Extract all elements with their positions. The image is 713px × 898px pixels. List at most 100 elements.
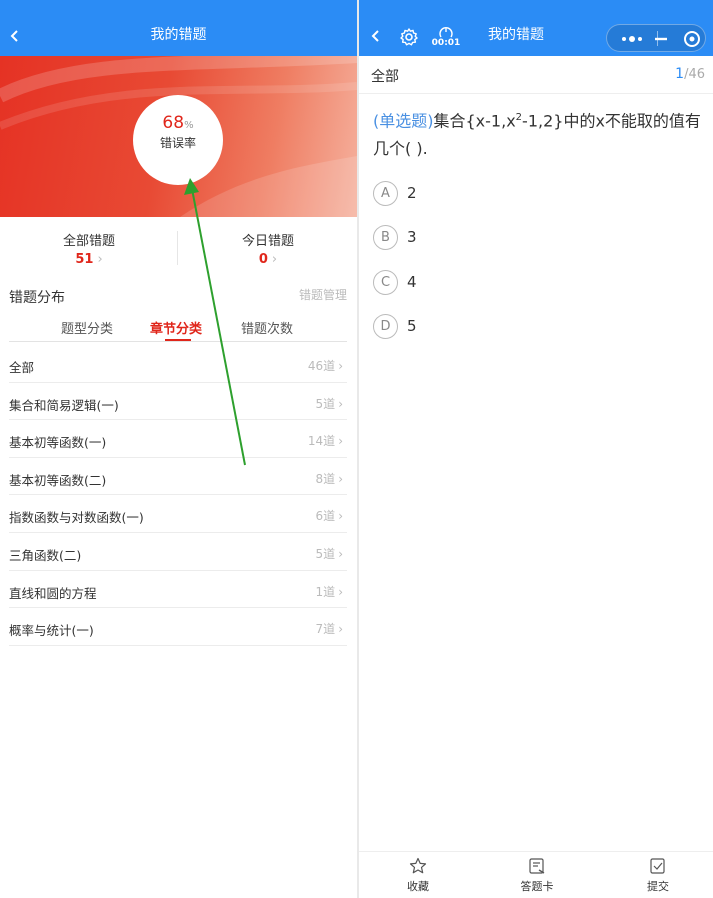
- chevron-right-icon: ›: [338, 509, 343, 524]
- option-c[interactable]: C 4: [373, 270, 573, 296]
- answer-card-button[interactable]: 答题卡: [502, 857, 572, 894]
- stat-all-number: 51: [75, 252, 94, 267]
- option-text: 3: [407, 228, 417, 246]
- chapter-name: 基本初等函数(二): [9, 472, 107, 488]
- error-rate-unit: %: [184, 120, 194, 131]
- chevron-right-icon: ›: [338, 359, 343, 373]
- header-divider: [359, 93, 713, 94]
- chapter-count: 46道 ›: [308, 357, 343, 374]
- manage-button[interactable]: 错题管理: [299, 286, 347, 303]
- distribution-title: 错题分布: [9, 290, 65, 306]
- chapter-count: 7道 ›: [316, 620, 343, 637]
- chevron-right-icon: ›: [338, 546, 343, 561]
- tab-type[interactable]: 题型分类: [61, 318, 113, 337]
- left-pane: 我的错题 68% 错误率 全部错题 51 › 今日错题 0 › 错题分布 错题管…: [0, 0, 357, 898]
- screen: 我的错题 68% 错误率 全部错题 51 › 今日错题 0 › 错题分布 错题管…: [0, 0, 713, 898]
- chapter-count: 5道 ›: [316, 545, 343, 562]
- favorite-label: 收藏: [407, 880, 429, 893]
- option-text: 2: [407, 184, 417, 202]
- chapter-count-value: 5道: [315, 396, 336, 411]
- stat-today-number: 0: [258, 252, 268, 267]
- current-question-number: 1: [675, 66, 685, 82]
- close-target-icon[interactable]: [683, 30, 701, 48]
- chevron-right-icon: ›: [97, 252, 103, 267]
- back-icon[interactable]: [369, 28, 383, 44]
- option-text: 4: [407, 273, 417, 291]
- submit-button[interactable]: 提交: [623, 857, 693, 894]
- question-progress: 1/46: [675, 66, 705, 82]
- chapter-count-value: 1道: [315, 584, 336, 599]
- chapter-row[interactable]: 三角函数(二) 5道 ›: [9, 533, 347, 571]
- chapter-count-value: 8道: [315, 471, 336, 486]
- answer-card-icon: [529, 858, 545, 874]
- miniprogram-capsule: [606, 24, 706, 52]
- question-text-a: 集合{x-1,x: [433, 111, 516, 131]
- stat-all-title: 全部错题: [62, 234, 115, 249]
- option-d[interactable]: D 5: [373, 314, 573, 340]
- chapter-row[interactable]: 集合和简易逻辑(一) 5道 ›: [9, 383, 347, 421]
- option-text: 5: [407, 317, 417, 335]
- chapter-row[interactable]: 指数函数与对数函数(一) 6道 ›: [9, 495, 347, 533]
- chapter-count-value: 6道: [315, 509, 336, 524]
- chapter-list: 全部 46道 › 集合和简易逻辑(一) 5道 › 基本初等函数(一) 14道 › 基本初等函数(二…: [9, 345, 347, 646]
- category-tabs: 题型分类 章节分类 错题次数: [9, 310, 347, 342]
- chapter-count-value: 14道: [307, 434, 336, 449]
- chapter-name: 指数函数与对数函数(一): [9, 510, 144, 526]
- chevron-right-icon: ›: [338, 434, 343, 449]
- left-header: 我的错题: [0, 0, 357, 56]
- submit-icon: [650, 858, 665, 874]
- chapter-row[interactable]: 基本初等函数(二) 8道 ›: [9, 458, 347, 496]
- error-rate-circle: 68% 错误率: [133, 95, 223, 185]
- chapter-row[interactable]: 基本初等函数(一) 14道 ›: [9, 420, 347, 458]
- chevron-right-icon: ›: [338, 584, 343, 599]
- chapter-count-value: 5道: [315, 546, 336, 561]
- chapter-name: 直线和圆的方程: [9, 585, 97, 601]
- bottom-toolbar: 收藏 答题卡 提交: [359, 851, 713, 898]
- chapter-count: 8道 ›: [316, 470, 343, 487]
- right-header: 00:01 我的错题: [359, 0, 713, 56]
- filter-label[interactable]: 全部: [371, 66, 399, 86]
- chapter-row[interactable]: 全部 46道 ›: [9, 345, 347, 383]
- star-icon: [409, 857, 427, 874]
- arrow-annotation: [184, 178, 246, 466]
- chapter-count-value: 7道: [315, 622, 336, 637]
- page-title: 我的错题: [488, 27, 544, 43]
- stats-divider: [177, 231, 178, 265]
- error-rate-value: 68%: [133, 113, 223, 133]
- chevron-right-icon: ›: [338, 471, 343, 486]
- option-letter: A: [373, 181, 398, 206]
- chapter-name: 集合和简易逻辑(一): [9, 397, 119, 413]
- chapter-count-value: 46道: [307, 359, 336, 373]
- option-a[interactable]: A 2: [373, 181, 573, 207]
- stats-bar: 全部错题 51 › 今日错题 0 ›: [0, 217, 357, 279]
- chapter-row[interactable]: 直线和圆的方程 1道 ›: [9, 571, 347, 609]
- more-dots-icon[interactable]: [619, 33, 645, 45]
- favorite-button[interactable]: 收藏: [383, 857, 453, 894]
- minimize-icon[interactable]: [654, 32, 668, 46]
- submit-label: 提交: [647, 880, 669, 893]
- option-letter: B: [373, 225, 398, 250]
- chevron-right-icon: ›: [271, 252, 278, 267]
- chevron-right-icon: ›: [338, 396, 343, 411]
- question-text: (单选题)集合{x-1,x2-1,2}中的x不能取的值有几个( ).: [373, 104, 703, 163]
- total-questions: /46: [684, 67, 705, 82]
- chapter-count: 5道 ›: [316, 395, 343, 412]
- option-letter: C: [373, 270, 398, 295]
- option-b[interactable]: B 3: [373, 225, 573, 251]
- chapter-count: 14道 ›: [308, 432, 343, 449]
- chapter-count: 6道 ›: [316, 507, 343, 524]
- error-rate-number: 68: [162, 113, 185, 133]
- error-rate-label: 错误率: [159, 136, 196, 150]
- option-letter: D: [373, 314, 398, 339]
- stat-all-errors[interactable]: 全部错题 51 ›: [4, 230, 174, 267]
- chapter-count: 1道 ›: [316, 583, 343, 600]
- chapter-name: 三角函数(二): [9, 547, 82, 563]
- question-type: (单选题): [373, 111, 434, 131]
- stat-all-value: 51 ›: [4, 252, 174, 267]
- right-pane: 00:01 我的错题 全部 1/46 (单选题)集合{x-1,x2-1,2}中的…: [359, 0, 713, 898]
- chapter-name: 基本初等函数(一): [9, 435, 107, 451]
- error-rate-banner: 68% 错误率: [0, 56, 357, 217]
- chapter-row[interactable]: 概率与统计(一) 7道 ›: [9, 608, 347, 646]
- chapter-name: 全部: [9, 360, 35, 375]
- chevron-right-icon: ›: [338, 622, 343, 637]
